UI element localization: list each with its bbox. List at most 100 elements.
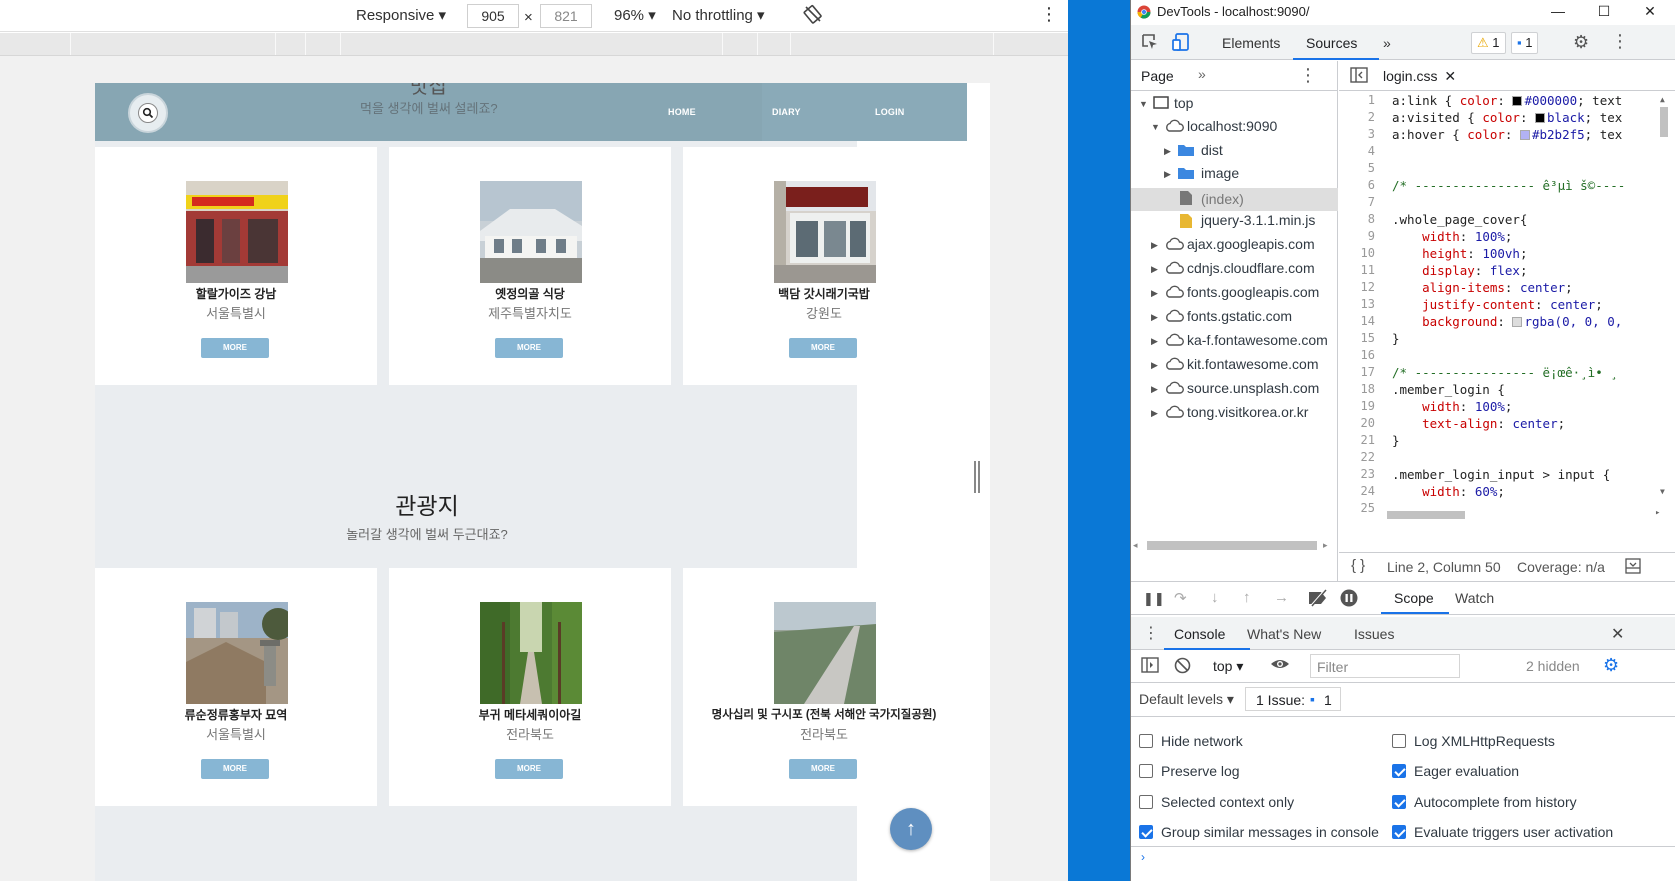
scroll-to-top-button[interactable]: ↑ xyxy=(890,808,932,850)
device-select[interactable]: Responsive ▾ xyxy=(356,6,446,24)
line-number: 15 xyxy=(1360,331,1375,345)
dimension-x-icon: × xyxy=(524,9,533,26)
tab-whats-new[interactable]: What's New xyxy=(1247,626,1321,642)
device-toolbar-icon[interactable] xyxy=(1171,32,1191,55)
tab-issues[interactable]: Issues xyxy=(1354,626,1394,642)
more-options-icon[interactable]: ⋮ xyxy=(1040,4,1058,25)
drawer-menu-icon[interactable]: ⋮ xyxy=(1143,623,1159,643)
nav-login[interactable]: LOGIN xyxy=(875,107,905,117)
clear-console-icon[interactable] xyxy=(1174,657,1191,677)
line-number: 18 xyxy=(1360,382,1375,396)
tree-origin[interactable]: ▶ ajax.googleapis.com xyxy=(1131,236,1338,258)
console-settings-gear-icon[interactable]: ⚙ xyxy=(1603,655,1619,676)
more-tabs-icon[interactable]: » xyxy=(1383,35,1391,51)
step-icon[interactable]: → xyxy=(1274,589,1289,606)
viewport-width-input[interactable]: 905 xyxy=(467,4,519,28)
navigator-hscrollbar[interactable]: ◂ ▸ xyxy=(1133,538,1333,552)
throttling-select[interactable]: No throttling ▾ xyxy=(672,6,765,24)
tab-console[interactable]: Console xyxy=(1174,626,1225,642)
tour-section-title: 관광지 xyxy=(395,493,459,519)
tree-origin[interactable]: ▶ tong.visitkorea.or.kr xyxy=(1131,404,1338,426)
toggle-navigator-icon[interactable] xyxy=(1350,67,1368,86)
close-drawer-icon[interactable]: ✕ xyxy=(1611,624,1624,644)
line-number: 9 xyxy=(1367,229,1375,243)
nav-home[interactable]: HOME xyxy=(668,107,696,117)
more-button[interactable]: MORE xyxy=(201,338,269,358)
line-number: 13 xyxy=(1360,297,1375,311)
tab-scope[interactable]: Scope xyxy=(1394,590,1434,606)
line-number: 10 xyxy=(1360,246,1375,260)
more-button[interactable]: MORE xyxy=(495,759,563,779)
rotate-icon[interactable] xyxy=(803,4,823,28)
pause-icon[interactable]: ❚❚ xyxy=(1143,591,1165,607)
tree-item-top[interactable]: ▼ top xyxy=(1131,95,1338,117)
pretty-print-icon[interactable]: { } xyxy=(1351,557,1365,574)
console-filter-input[interactable]: Filter xyxy=(1310,654,1460,678)
search-button[interactable] xyxy=(128,93,168,133)
line-number: 25 xyxy=(1360,501,1375,515)
tree-origin[interactable]: ▶ fonts.gstatic.com xyxy=(1131,308,1338,330)
window-titlebar: DevTools - localhost:9090/ — ☐ ✕ xyxy=(1131,0,1675,25)
tree-origin[interactable]: ▶ source.unsplash.com xyxy=(1131,380,1338,402)
tree-origin[interactable]: ▶ kit.fontawesome.com xyxy=(1131,356,1338,378)
zoom-select[interactable]: 96% ▾ xyxy=(614,6,656,24)
tab-page[interactable]: Page xyxy=(1141,68,1174,84)
step-over-icon[interactable]: ↷ xyxy=(1174,589,1187,607)
code-line: a:visited { color: black; tex xyxy=(1392,110,1623,125)
tree-folder-dist[interactable]: ▶ dist xyxy=(1131,142,1338,164)
context-select[interactable]: top ▾ xyxy=(1213,658,1243,675)
viewport-height-input[interactable]: 821 xyxy=(540,4,592,28)
tree-file-index[interactable]: (index) xyxy=(1131,188,1338,211)
navigator-menu-icon[interactable]: ⋮ xyxy=(1299,65,1317,86)
tree-folder-image[interactable]: ▶ image xyxy=(1131,165,1338,187)
live-expression-eye-icon[interactable] xyxy=(1270,656,1290,675)
code-line: width: 100%; xyxy=(1422,399,1513,414)
step-out-icon[interactable]: ↑ xyxy=(1243,589,1251,606)
code-content[interactable]: 1 2 3 4 5 6 7 8 9 10 11 12 13 14 15 16 1… xyxy=(1339,91,1675,523)
nav-diary[interactable]: DIARY xyxy=(772,107,801,117)
tab-elements[interactable]: Elements xyxy=(1222,35,1280,51)
editor-hscrollbar[interactable]: ▸ xyxy=(1383,508,1663,520)
customize-menu-icon[interactable]: ⋮ xyxy=(1611,31,1629,52)
more-navigator-tabs-icon[interactable]: » xyxy=(1198,66,1206,82)
close-tab-icon[interactable]: ✕ xyxy=(1444,68,1456,84)
cursor-position: Line 2, Column 50 xyxy=(1387,559,1501,575)
tree-file-jquery[interactable]: jquery-3.1.1.min.js xyxy=(1131,212,1338,234)
file-tab-login-css[interactable]: login.css ✕ xyxy=(1383,68,1456,85)
issues-counter[interactable]: 1 Issue: ▪ 1 xyxy=(1245,687,1341,711)
more-button[interactable]: MORE xyxy=(201,759,269,779)
tab-watch[interactable]: Watch xyxy=(1455,590,1494,606)
drawer-tabbar: ⋮ Console What's New Issues ✕ xyxy=(1131,617,1675,650)
messages-badge[interactable]: ▪ 1 xyxy=(1511,32,1539,54)
code-line: /* ---------------- ê³µì š©---- xyxy=(1392,178,1626,193)
restaurant-name: 백담 갓시래기국밥 xyxy=(778,287,870,301)
code-line: justify-content: center; xyxy=(1422,297,1603,312)
tree-origin[interactable]: ▶ ka-f.fontawesome.com xyxy=(1131,332,1338,354)
editor-vscrollbar[interactable]: ▲ ▼ xyxy=(1659,95,1669,499)
toggle-debugger-icon[interactable] xyxy=(1625,558,1641,577)
tab-sources[interactable]: Sources xyxy=(1306,35,1357,51)
media-query-ruler xyxy=(0,33,1068,56)
console-sidebar-icon[interactable] xyxy=(1141,657,1159,676)
minimize-button[interactable]: — xyxy=(1535,0,1581,25)
tour-section-subtitle: 놀러갈 생각에 벌써 두근대죠? xyxy=(346,527,508,542)
console-prompt[interactable]: › xyxy=(1131,848,1675,881)
step-into-icon[interactable]: ↓ xyxy=(1211,589,1219,606)
warnings-badge[interactable]: ⚠ 1 xyxy=(1471,32,1506,54)
close-window-button[interactable]: ✕ xyxy=(1627,0,1673,25)
more-button[interactable]: MORE xyxy=(789,338,857,358)
pause-on-exceptions-icon[interactable] xyxy=(1340,589,1358,610)
deactivate-breakpoints-icon[interactable] xyxy=(1307,589,1329,610)
log-levels-select[interactable]: Default levels ▾ xyxy=(1139,691,1234,708)
inspect-element-icon[interactable] xyxy=(1141,33,1159,54)
viewport-resize-handle[interactable] xyxy=(974,461,982,493)
more-button[interactable]: MORE xyxy=(495,338,563,358)
maximize-button[interactable]: ☐ xyxy=(1581,0,1627,25)
line-number: 6 xyxy=(1367,178,1375,192)
tree-origin[interactable]: ▶ fonts.googleapis.com xyxy=(1131,284,1338,306)
settings-gear-icon[interactable]: ⚙ xyxy=(1573,32,1589,53)
tour-card: 류순정류홍부자 묘역 서울특별시 MORE xyxy=(95,568,377,806)
more-button[interactable]: MORE xyxy=(789,759,857,779)
tree-item-localhost[interactable]: ▼ localhost:9090 xyxy=(1131,118,1338,140)
tree-origin[interactable]: ▶ cdnjs.cloudflare.com xyxy=(1131,260,1338,282)
